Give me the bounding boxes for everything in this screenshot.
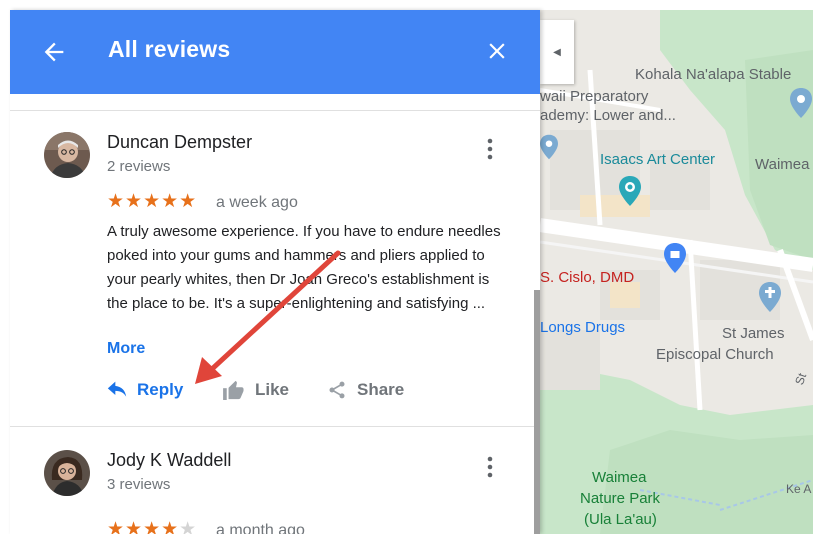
map-label-preparatory-1[interactable]: waii Preparatory (540, 88, 648, 106)
panel-header: All reviews (10, 10, 540, 94)
divider (10, 426, 540, 427)
reviewer-photo (44, 450, 90, 496)
reply-button[interactable]: Reply (107, 376, 183, 404)
avatar[interactable] (44, 132, 90, 178)
reviews-panel: All reviews Duncan Dempster 2 reviews ★★… (10, 10, 540, 534)
scrollbar[interactable] (534, 290, 540, 534)
reviewer-review-count[interactable]: 2 reviews (107, 158, 170, 175)
reviewer-photo (44, 132, 90, 178)
star-rating: ★★★★★ (107, 192, 197, 212)
arrow-left-icon[interactable] (40, 38, 68, 66)
map-pin-icon[interactable] (790, 88, 812, 118)
more-vert-icon[interactable] (480, 454, 500, 480)
star-filled-icon: ★★★★ (107, 519, 180, 534)
reply-label: Reply (137, 380, 184, 399)
map-label-kohala-stable[interactable]: Kohala Na'alapa Stable (635, 66, 791, 84)
reviewer-name[interactable]: Jody K Waddell (107, 450, 231, 471)
map-label-park-1[interactable]: Waimea (592, 469, 646, 487)
school-pin-icon[interactable] (540, 134, 558, 160)
reply-icon (107, 381, 127, 397)
more-vert-icon[interactable] (480, 136, 500, 162)
reviewer-name[interactable]: Duncan Dempster (107, 132, 252, 153)
map-label-st-james-2[interactable]: Episcopal Church (656, 346, 774, 364)
share-label: Share (357, 380, 405, 399)
map-label-st-james-1[interactable]: St James (722, 325, 785, 343)
map-label-cislo-dmd[interactable]: S. Cislo, DMD (540, 269, 634, 287)
art-center-pin-icon[interactable] (619, 176, 641, 206)
more-link[interactable]: More (107, 340, 145, 358)
page-title: All reviews (108, 36, 231, 62)
review-date: a month ago (216, 522, 305, 534)
map-view[interactable]: ◀ Kohala Na'alapa Stable waii Preparator… (540, 10, 813, 534)
map-label-isaacs-art-center[interactable]: Isaacs Art Center (600, 151, 715, 169)
collapse-panel-button[interactable]: ◀ (540, 20, 574, 84)
share-button[interactable]: Share (327, 376, 404, 404)
review-actions: Reply Like Share (107, 376, 527, 404)
like-button[interactable]: Like (223, 376, 289, 404)
map-label-longs-drugs[interactable]: Longs Drugs (540, 319, 625, 337)
map-label-park-3[interactable]: (Ula La'au) (584, 511, 657, 529)
star-filled-icon: ★★★★★ (107, 191, 198, 212)
thumbs-up-icon (223, 380, 244, 400)
map-label-road-ke: Ke A (786, 482, 812, 496)
like-label: Like (255, 380, 290, 399)
map-label-park-2[interactable]: Nature Park (580, 490, 660, 508)
reviewer-review-count[interactable]: 3 reviews (107, 476, 170, 493)
star-empty-icon: ★ (179, 519, 198, 534)
map-label-waimea[interactable]: Waimea (755, 156, 809, 174)
share-icon (329, 381, 345, 399)
close-icon[interactable] (484, 38, 510, 64)
church-pin-icon[interactable] (759, 282, 781, 312)
review-text: A truly awesome experience. If you have … (107, 223, 501, 312)
divider (10, 110, 540, 111)
review-date: a week ago (216, 194, 298, 211)
caret-left-icon: ◀ (553, 46, 561, 58)
star-rating: ★★★★★ (107, 520, 197, 534)
avatar[interactable] (44, 450, 90, 496)
map-label-preparatory-2[interactable]: ademy: Lower and... (540, 107, 676, 125)
shopping-pin-icon[interactable] (664, 243, 686, 273)
